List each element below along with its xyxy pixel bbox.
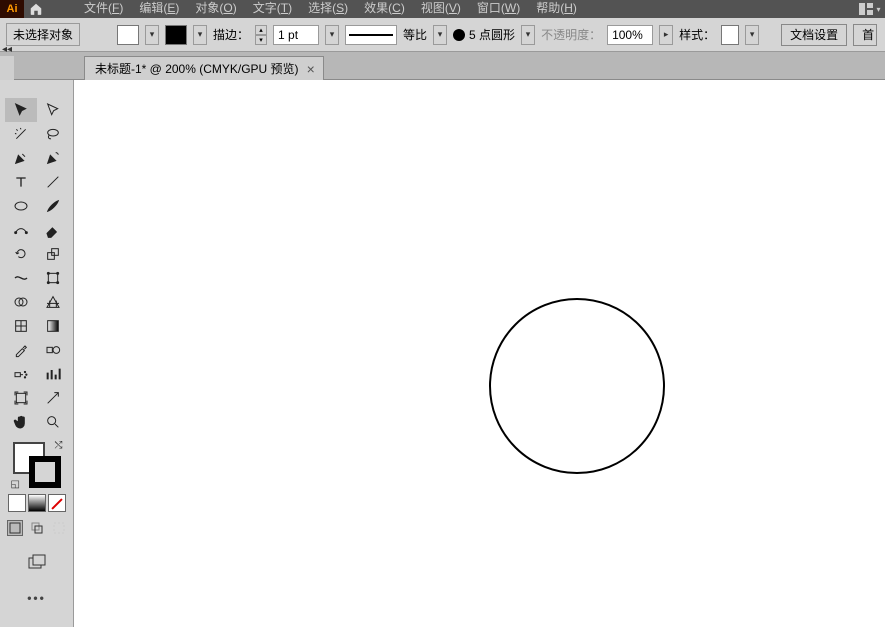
eyedropper-tool[interactable] xyxy=(5,338,37,362)
document-tab[interactable]: 未标题-1* @ 200% (CMYK/GPU 预览) × xyxy=(84,56,324,80)
menu-view[interactable]: 视图(V) xyxy=(413,0,469,18)
toolbox: ⤭ ◱ ••• xyxy=(0,80,74,627)
options-bar: 未选择对象 ▾ ▾ 描边： ▴▾ 1 pt ▾ 等比 ▾ 5 点圆形 ▾ 不透明… xyxy=(0,18,885,52)
circle-shape[interactable] xyxy=(489,298,665,474)
menu-file[interactable]: 文件(F) xyxy=(76,0,131,18)
proportion-label: 等比 xyxy=(403,26,427,43)
menu-edit[interactable]: 编辑(E) xyxy=(131,0,187,18)
document-tab-row: ◂◂ 未标题-1* @ 200% (CMYK/GPU 预览) × xyxy=(0,52,885,80)
rotate-tool[interactable] xyxy=(5,242,37,266)
stroke-color-icon[interactable] xyxy=(29,456,61,488)
close-tab-icon[interactable]: × xyxy=(307,61,315,77)
menu-help[interactable]: 帮助(H) xyxy=(528,0,585,18)
stroke-weight-field[interactable]: 1 pt xyxy=(273,25,319,45)
color-mode-chips xyxy=(8,494,66,512)
dot-icon xyxy=(453,29,465,41)
document-tab-title: 未标题-1* @ 200% (CMYK/GPU 预览) xyxy=(95,60,299,77)
menu-object[interactable]: 对象(O) xyxy=(187,0,244,18)
default-fill-stroke-icon[interactable]: ◱ xyxy=(11,479,20,490)
opacity-dropdown[interactable]: ▸ xyxy=(659,25,673,45)
collapse-toolbar-icon[interactable]: ◂◂ xyxy=(2,44,12,55)
brush-profile[interactable]: 5 点圆形 xyxy=(453,26,515,43)
style-dropdown[interactable]: ▾ xyxy=(745,25,759,45)
color-mode-solid[interactable] xyxy=(8,494,26,512)
ruler-origin xyxy=(0,56,14,80)
document-setup-button[interactable]: 文档设置 xyxy=(781,24,847,46)
hand-tool[interactable] xyxy=(5,410,37,434)
paintbrush-tool[interactable] xyxy=(37,194,69,218)
brush-profile-dropdown[interactable]: ▾ xyxy=(521,25,535,45)
draw-normal-icon[interactable] xyxy=(7,520,23,536)
stroke-dropdown[interactable]: ▾ xyxy=(193,25,207,45)
stroke-profile-preview[interactable] xyxy=(345,25,397,45)
line-tool[interactable] xyxy=(37,170,69,194)
style-swatch[interactable] xyxy=(721,25,739,45)
eraser-tool[interactable] xyxy=(37,218,69,242)
style-label: 样式： xyxy=(679,26,715,43)
symbol-sprayer-tool[interactable] xyxy=(5,362,37,386)
type-tool[interactable] xyxy=(5,170,37,194)
menu-window[interactable]: 窗口(W) xyxy=(469,0,528,18)
pen-tool[interactable] xyxy=(5,146,37,170)
gradient-tool[interactable] xyxy=(37,314,69,338)
menu-type[interactable]: 文字(T) xyxy=(245,0,300,18)
curvature-tool[interactable] xyxy=(37,146,69,170)
artboard-tool[interactable] xyxy=(5,386,37,410)
blend-tool[interactable] xyxy=(37,338,69,362)
direct-selection-tool[interactable] xyxy=(37,98,69,122)
zoom-tool[interactable] xyxy=(37,410,69,434)
stroke-weight-dropdown[interactable]: ▾ xyxy=(325,25,339,45)
color-mode-gradient[interactable] xyxy=(28,494,46,512)
menu-select[interactable]: 选择(S) xyxy=(300,0,356,18)
app-logo: Ai xyxy=(0,0,24,18)
free-transform-tool[interactable] xyxy=(37,266,69,290)
perspective-grid-tool[interactable] xyxy=(37,290,69,314)
color-mode-none[interactable] xyxy=(48,494,66,512)
shape-builder-tool[interactable] xyxy=(5,290,37,314)
draw-behind-icon[interactable] xyxy=(29,520,45,536)
scale-tool[interactable] xyxy=(37,242,69,266)
opacity-field[interactable]: 100% xyxy=(607,25,653,45)
stroke-swatch[interactable] xyxy=(165,25,187,45)
slice-tool[interactable] xyxy=(37,386,69,410)
mesh-tool[interactable] xyxy=(5,314,37,338)
menu-effect[interactable]: 效果(C) xyxy=(356,0,413,18)
draw-mode-row xyxy=(7,520,67,536)
selection-tool[interactable] xyxy=(5,98,37,122)
selection-status: 未选择对象 xyxy=(6,23,80,46)
proportion-dropdown[interactable]: ▾ xyxy=(433,25,447,45)
shaper-tool[interactable] xyxy=(5,218,37,242)
preferences-button[interactable]: 首 xyxy=(853,24,877,46)
opacity-label: 不透明度： xyxy=(541,26,601,43)
lasso-tool[interactable] xyxy=(37,122,69,146)
arrange-documents-icon[interactable]: ▾ xyxy=(855,3,885,15)
fill-dropdown[interactable]: ▾ xyxy=(145,25,159,45)
menu-bar: Ai 文件(F) 编辑(E) 对象(O) 文字(T) 选择(S) 效果(C) 视… xyxy=(0,0,885,18)
ellipse-tool[interactable] xyxy=(5,194,37,218)
fill-swatch[interactable] xyxy=(117,25,139,45)
canvas[interactable] xyxy=(74,80,885,627)
brush-profile-label: 5 点圆形 xyxy=(469,26,515,43)
draw-inside-icon[interactable] xyxy=(51,520,67,536)
edit-toolbar-icon[interactable]: ••• xyxy=(27,591,46,605)
stroke-label: 描边： xyxy=(213,26,249,43)
home-icon[interactable] xyxy=(24,0,48,18)
screen-mode-icon[interactable] xyxy=(27,554,47,573)
fill-stroke-control[interactable]: ⤭ ◱ xyxy=(9,440,65,490)
magic-wand-tool[interactable] xyxy=(5,122,37,146)
swap-fill-stroke-icon[interactable]: ⤭ xyxy=(55,440,63,451)
column-graph-tool[interactable] xyxy=(37,362,69,386)
stroke-weight-stepper[interactable]: ▴▾ xyxy=(255,25,267,45)
width-tool[interactable] xyxy=(5,266,37,290)
